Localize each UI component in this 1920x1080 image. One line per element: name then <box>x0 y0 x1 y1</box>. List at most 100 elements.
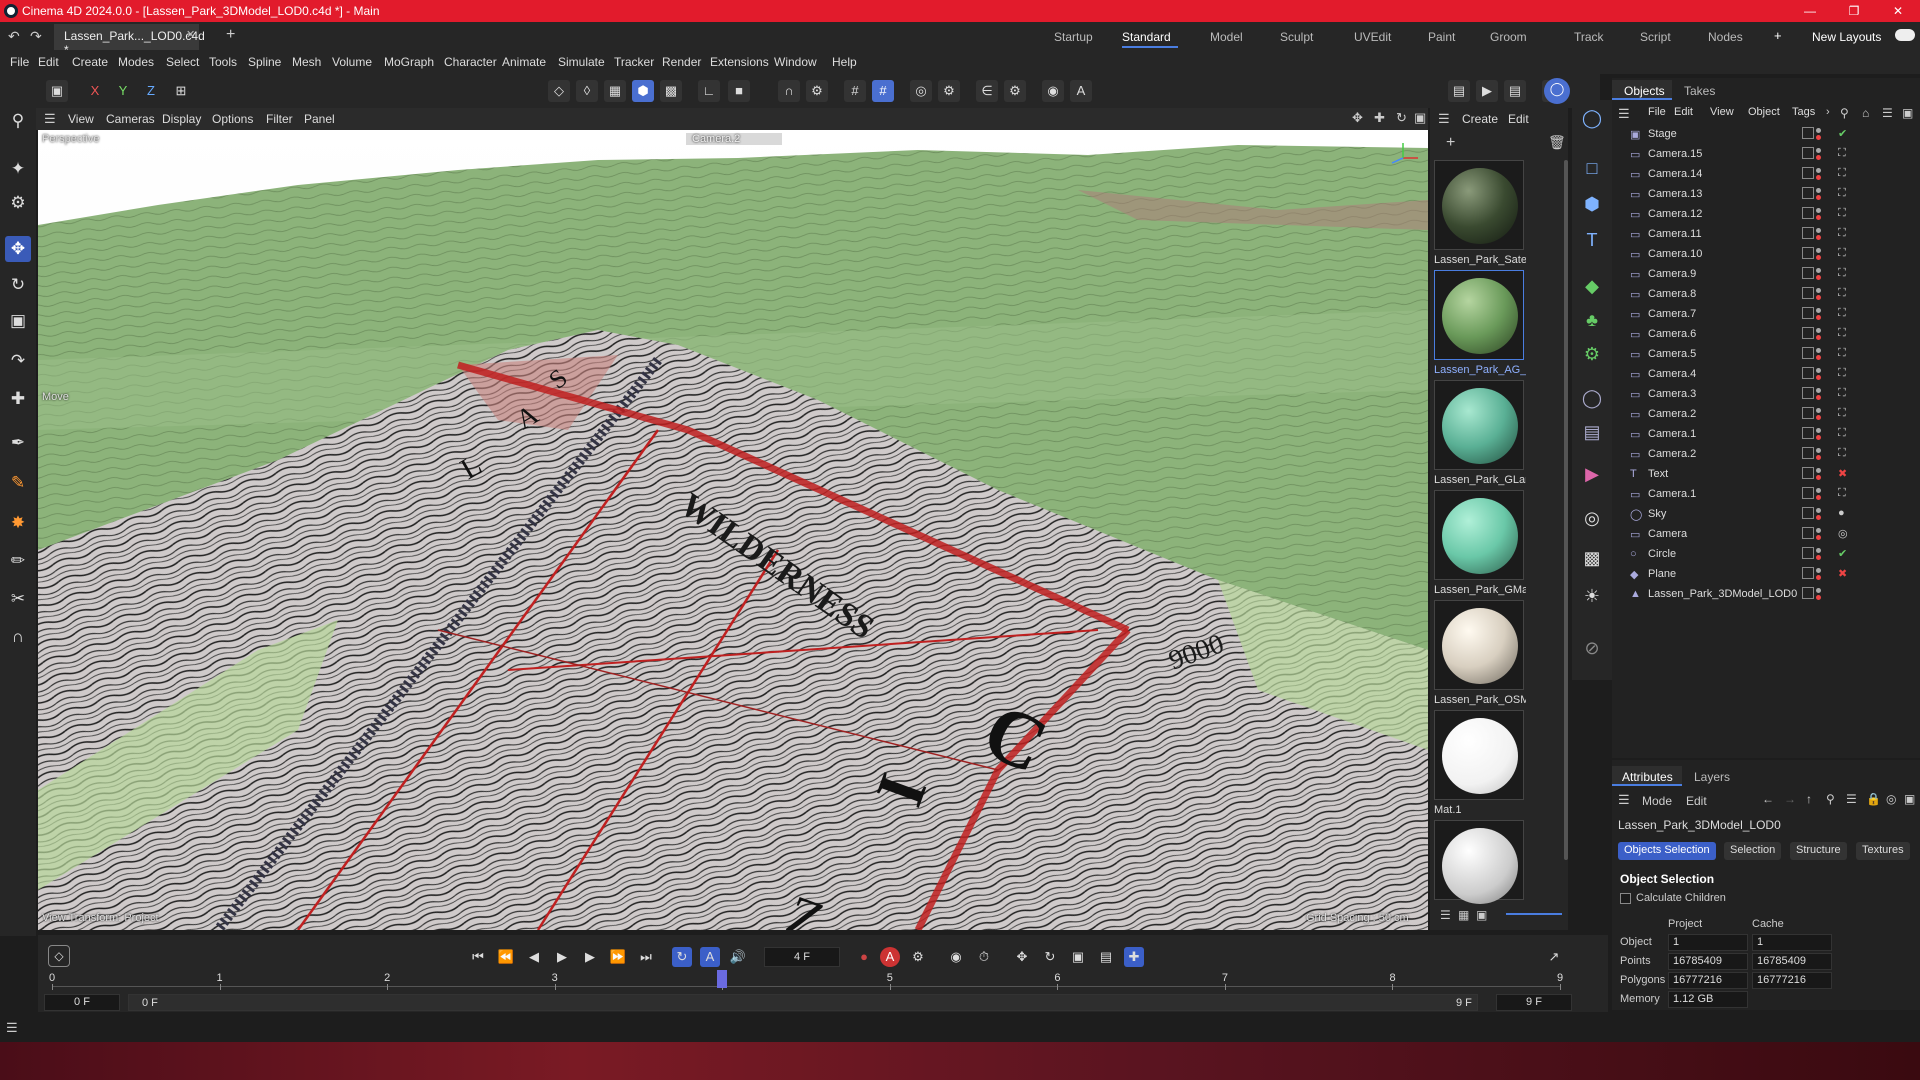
object-row[interactable]: ▭ Camera.6 ⛶ <box>1612 325 1920 345</box>
knife-icon[interactable]: ✂ <box>5 586 31 612</box>
material-thumbnail[interactable] <box>1434 160 1524 250</box>
viewport-hamburger-icon[interactable]: ☰ <box>44 111 56 127</box>
solo-button[interactable]: ■ <box>728 80 750 102</box>
object-tag-icon[interactable]: ✔ <box>1838 127 1847 140</box>
object-tag-icon[interactable]: ✔ <box>1838 547 1847 560</box>
menu-file[interactable]: File <box>10 55 29 69</box>
object-row[interactable]: ▭ Camera.7 ⛶ <box>1612 305 1920 325</box>
timing-icon[interactable]: ⏱ <box>974 947 994 967</box>
material-name[interactable]: Lassen_Park_AG_L <box>1434 364 1526 376</box>
visibility-toggle[interactable] <box>1802 307 1814 319</box>
editor-visibility-dot[interactable] <box>1816 168 1821 173</box>
redo-icon[interactable]: ↷ <box>30 28 42 45</box>
render-visibility-dot[interactable] <box>1816 135 1821 140</box>
coordinate-system-button[interactable]: ⊞ <box>170 80 192 102</box>
next-key-icon[interactable]: ⏩ <box>608 947 628 967</box>
menu-extensions[interactable]: Extensions <box>710 55 769 69</box>
render-visibility-dot[interactable] <box>1816 475 1821 480</box>
render-visibility-dot[interactable] <box>1816 175 1821 180</box>
object-tag-icon[interactable]: ⛶ <box>1838 147 1846 160</box>
visibility-toggle[interactable] <box>1802 167 1814 179</box>
attr-cache-field[interactable]: 16777216 <box>1752 972 1832 989</box>
symmetry-button[interactable]: ∈ <box>976 80 998 102</box>
menu-tools[interactable]: Tools <box>209 55 237 69</box>
render-visibility-dot[interactable] <box>1816 155 1821 160</box>
material-name[interactable]: Lassen_Park_OSM <box>1434 694 1526 706</box>
visibility-toggle[interactable] <box>1802 407 1814 419</box>
layout-script[interactable]: Script <box>1640 30 1671 44</box>
start-frame-field[interactable]: 0 F <box>44 994 120 1011</box>
attributes-menu-mode[interactable]: Mode <box>1642 794 1672 808</box>
layout-toggle[interactable] <box>1895 29 1915 41</box>
layout-paint[interactable]: Paint <box>1428 30 1455 44</box>
z-axis-toggle[interactable]: Z <box>140 80 162 102</box>
back-arrow-icon[interactable]: ← <box>1762 792 1774 806</box>
editor-visibility-dot[interactable] <box>1816 588 1821 593</box>
pla-key-icon[interactable]: ✚ <box>1124 947 1144 967</box>
sound-icon[interactable]: 🔊 <box>728 947 748 967</box>
material-thumbnail[interactable] <box>1434 600 1524 690</box>
visibility-toggle[interactable] <box>1802 347 1814 359</box>
object-tag-icon[interactable]: ⛶ <box>1838 267 1846 280</box>
menu-modes[interactable]: Modes <box>118 55 154 69</box>
visibility-toggle[interactable] <box>1802 387 1814 399</box>
generator-icon[interactable]: ◆ <box>1578 272 1606 300</box>
viewport-render-button[interactable]: ◯ <box>1544 78 1570 104</box>
end-frame-field[interactable]: 9 F <box>1496 994 1572 1011</box>
auto-record-icon[interactable]: A <box>880 947 900 967</box>
loop-icon[interactable]: ↻ <box>672 947 692 967</box>
render-visibility-dot[interactable] <box>1816 315 1821 320</box>
viewport-menu-filter[interactable]: Filter <box>266 112 293 126</box>
menu-mesh[interactable]: Mesh <box>292 55 321 69</box>
object-tag-icon[interactable]: ⛶ <box>1838 407 1846 420</box>
subtab-objects-selection[interactable]: Objects Selection <box>1618 842 1716 860</box>
editor-visibility-dot[interactable] <box>1816 568 1821 573</box>
attributes-hamburger-icon[interactable]: ☰ <box>1618 792 1630 808</box>
visibility-toggle[interactable] <box>1802 327 1814 339</box>
live-selection-icon[interactable]: ✦ <box>5 156 31 182</box>
visibility-toggle[interactable] <box>1802 447 1814 459</box>
visibility-toggle[interactable] <box>1802 467 1814 479</box>
viewport-move-icon[interactable]: ✚ <box>1374 110 1385 126</box>
material-name[interactable]: Lassen_Park_GMa <box>1434 584 1526 596</box>
keyframe-settings-icon[interactable]: ⚙ <box>908 947 928 967</box>
layout-sculpt[interactable]: Sculpt <box>1280 30 1313 44</box>
object-row[interactable]: ▣ Stage ✔ <box>1612 125 1920 145</box>
material-menu-edit[interactable]: Edit <box>1508 112 1529 126</box>
visibility-toggle[interactable] <box>1802 367 1814 379</box>
object-tag-icon[interactable]: ⛶ <box>1838 187 1846 200</box>
object-row[interactable]: ▭ Camera.3 ⛶ <box>1612 385 1920 405</box>
tab-objects[interactable]: Objects <box>1624 84 1665 98</box>
editor-visibility-dot[interactable] <box>1816 368 1821 373</box>
menu-spline[interactable]: Spline <box>248 55 281 69</box>
brush-icon[interactable]: ✏ <box>5 548 31 574</box>
object-tag-icon[interactable]: ⛶ <box>1838 207 1846 220</box>
text-spline-icon[interactable]: T <box>1578 226 1606 254</box>
editor-visibility-dot[interactable] <box>1816 208 1821 213</box>
object-tag-icon[interactable]: ⛶ <box>1838 427 1846 440</box>
attr-filter-icon[interactable]: ☰ <box>1846 792 1857 806</box>
object-row[interactable]: ▭ Camera.14 ⛶ <box>1612 165 1920 185</box>
editor-visibility-dot[interactable] <box>1816 328 1821 333</box>
add-material-icon[interactable]: + <box>1446 134 1455 152</box>
objects-menu-tags[interactable]: Tags <box>1792 106 1815 118</box>
layout-model[interactable]: Model <box>1210 30 1243 44</box>
menu-animate[interactable]: Animate <box>502 55 546 69</box>
render-visibility-dot[interactable] <box>1816 375 1821 380</box>
objects-home-icon[interactable]: ⌂ <box>1862 106 1869 120</box>
material-thumbnail[interactable] <box>1434 270 1524 360</box>
next-frame-icon[interactable]: ▶ <box>580 947 600 967</box>
object-row[interactable]: ▭ Camera.2 ⛶ <box>1612 405 1920 425</box>
viewport-menu-options[interactable]: Options <box>212 112 253 126</box>
render-visibility-dot[interactable] <box>1816 275 1821 280</box>
object-tag-icon[interactable]: ⛶ <box>1838 167 1846 180</box>
undo-icon[interactable]: ↶ <box>8 28 20 45</box>
magnet-button[interactable]: ∩ <box>778 80 800 102</box>
render-visibility-dot[interactable] <box>1816 335 1821 340</box>
object-row[interactable]: ▭ Camera ◎ <box>1612 525 1920 545</box>
polygons-mode-button[interactable]: ▦ <box>604 80 626 102</box>
attributes-menu-edit[interactable]: Edit <box>1686 794 1707 808</box>
editor-visibility-dot[interactable] <box>1816 408 1821 413</box>
attr-project-field[interactable]: 1 <box>1668 934 1748 951</box>
transform-tool-icon[interactable]: ↷ <box>5 348 31 374</box>
